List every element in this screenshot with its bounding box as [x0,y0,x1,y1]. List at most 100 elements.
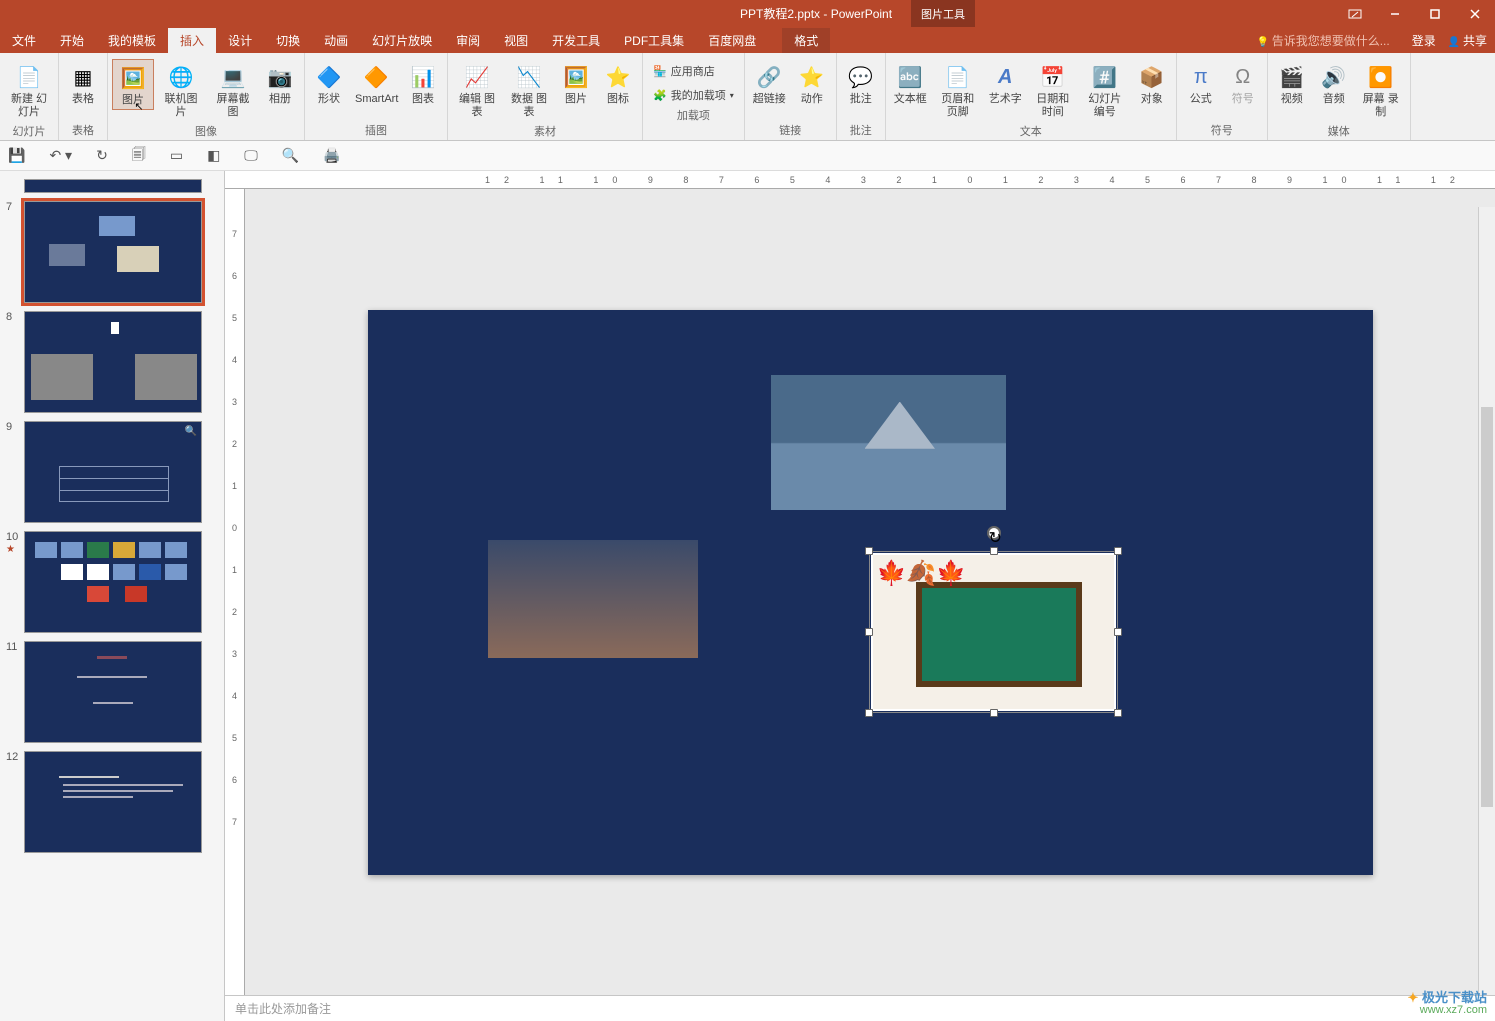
resize-handle-w[interactable] [865,628,873,636]
qat-btn-7[interactable]: 🖵 [244,147,258,164]
resize-handle-s[interactable] [990,709,998,717]
vertical-scrollbar[interactable] [1478,207,1495,995]
data-chart-icon: 📉 [513,61,545,93]
qat-btn-8[interactable]: 🔍 [282,147,299,164]
cursor-icon: ↖ [134,100,143,113]
textbox-button[interactable]: 🔤文本框 [890,59,931,108]
vertical-ruler[interactable]: 765432101234567 [225,189,245,995]
online-picture-button[interactable]: 🌐联机图片 [156,59,206,121]
comment-button[interactable]: 💬批注 [841,59,881,108]
screenshot-button[interactable]: 💻屏幕截图 [208,59,258,121]
tab-picture-format[interactable]: 格式 [782,28,830,53]
thumbnail-6-partial[interactable] [0,175,224,197]
album-icon: 📷 [264,61,296,93]
textbox-icon: 🔤 [894,61,926,93]
tab-slideshow[interactable]: 幻灯片放映 [360,28,444,53]
notes-pane[interactable]: 单击此处添加备注 [225,995,1495,1021]
scrollbar-thumb[interactable] [1481,407,1493,807]
thumbnail-9[interactable]: 9🔍 [0,417,224,527]
symbol-icon: Ω [1227,61,1259,93]
photo-album-button[interactable]: 📷相册 [260,59,300,108]
my-addins-button[interactable]: 🧩我的加载项 ▾ [647,85,740,105]
chart-button[interactable]: 📊图表 [403,59,443,108]
save-button[interactable]: 💾 [8,147,25,164]
edit-chart-button[interactable]: 📈编辑 图表 [452,59,502,121]
qat-btn-6[interactable]: ◧ [207,147,220,164]
current-slide[interactable]: ↻ [368,310,1373,875]
tab-home[interactable]: 开始 [48,28,96,53]
maximize-button[interactable] [1415,0,1455,27]
group-label-images: 图像 [195,121,217,141]
resize-handle-sw[interactable] [865,709,873,717]
undo-button[interactable]: ↶ ▾ [49,147,72,164]
tab-view[interactable]: 视图 [492,28,540,53]
slide-thumbnails-panel[interactable]: 7 8 9🔍 10★ 11 12 [0,171,225,1021]
app-store-button[interactable]: 🏪应用商店 [647,61,740,81]
screen-recording-button[interactable]: ⏺️屏幕 录制 [1356,59,1406,121]
tab-my-templates[interactable]: 我的模板 [96,28,168,53]
tab-pdf-tools[interactable]: PDF工具集 [612,28,696,53]
redo-button[interactable]: ↻ [96,147,108,164]
slide-canvas-area[interactable]: ↻ [245,189,1495,995]
video-button[interactable]: 🎬视频 [1272,59,1312,108]
hyperlink-button[interactable]: 🔗超链接 [749,59,790,108]
group-text: 🔤文本框 📄页眉和页脚 A艺术字 📅日期和时间 #️⃣幻灯片 编号 📦对象 文本 [886,53,1177,140]
header-footer-button[interactable]: 📄页眉和页脚 [933,59,983,121]
tab-design[interactable]: 设计 [216,28,264,53]
qat-btn-5[interactable]: ▭ [170,147,183,164]
close-button[interactable] [1455,0,1495,27]
thumbnail-11[interactable]: 11 [0,637,224,747]
resize-handle-se[interactable] [1114,709,1122,717]
object-button[interactable]: 📦对象 [1132,59,1172,108]
slide-image-cityscape[interactable] [488,540,698,658]
tab-baidu-netdisk[interactable]: 百度网盘 [696,28,768,53]
thumbnail-12[interactable]: 12 [0,747,224,857]
qat-btn-4[interactable]: 🗐 [132,144,146,168]
rotation-handle[interactable]: ↻ [987,526,1001,540]
audio-button[interactable]: 🔊音频 [1314,59,1354,108]
title-bar: PPT教程2.pptx - PowerPoint 图片工具 [0,0,1495,27]
smartart-icon: 🔶 [360,61,392,93]
horizontal-ruler[interactable]: 12 11 10 9 8 7 6 5 4 3 2 1 0 1 2 3 4 5 6… [225,171,1495,189]
tell-me-input[interactable]: 告诉我您想要做什么... [1246,28,1399,53]
slide-number-button[interactable]: #️⃣幻灯片 编号 [1080,59,1130,121]
tab-file[interactable]: 文件 [0,28,48,53]
action-icon: ⭐ [796,61,828,93]
data-chart-button[interactable]: 📉数据 图表 [504,59,554,121]
tab-animations[interactable]: 动画 [312,28,360,53]
chart-icon: 📊 [407,61,439,93]
wordart-button[interactable]: A艺术字 [985,59,1026,108]
tab-developer[interactable]: 开发工具 [540,28,612,53]
smartart-button[interactable]: 🔶SmartArt [351,59,401,108]
audio-icon: 🔊 [1318,61,1350,93]
picture-button[interactable]: 🖼️图片↖ [112,59,154,110]
thumbnail-10[interactable]: 10★ [0,527,224,637]
group-label-assets: 素材 [534,121,556,141]
ribbon-display-options-button[interactable] [1335,0,1375,27]
qat-btn-9[interactable]: 🖨️ [323,147,340,164]
shapes-button[interactable]: 🔷形状 [309,59,349,108]
slide-image-chalkboard-selected[interactable] [871,553,1116,711]
table-button[interactable]: ▦表格 [63,59,103,108]
tab-transitions[interactable]: 切换 [264,28,312,53]
equation-button[interactable]: π公式 [1181,59,1221,108]
slide-image-mountain[interactable] [771,375,1006,510]
ribbon-tabs: 文件 开始 我的模板 插入 设计 切换 动画 幻灯片放映 审阅 视图 开发工具 … [0,27,1495,53]
resize-handle-n[interactable] [990,547,998,555]
asset-picture-button[interactable]: 🖼️图片 [556,59,596,108]
share-button[interactable]: 👤 共享 [1448,32,1487,49]
tab-review[interactable]: 审阅 [444,28,492,53]
resize-handle-e[interactable] [1114,628,1122,636]
minimize-button[interactable] [1375,0,1415,27]
tab-insert[interactable]: 插入 [168,28,216,53]
new-slide-button[interactable]: 📄新建 幻灯片 [4,59,54,121]
asset-icon-button[interactable]: ⭐图标 [598,59,638,108]
group-assets: 📈编辑 图表 📉数据 图表 🖼️图片 ⭐图标 素材 [448,53,643,140]
thumbnail-8[interactable]: 8 [0,307,224,417]
action-button[interactable]: ⭐动作 [792,59,832,108]
thumbnail-7[interactable]: 7 [0,197,224,307]
resize-handle-ne[interactable] [1114,547,1122,555]
resize-handle-nw[interactable] [865,547,873,555]
login-button[interactable]: 登录 [1412,32,1436,49]
datetime-button[interactable]: 📅日期和时间 [1028,59,1078,121]
